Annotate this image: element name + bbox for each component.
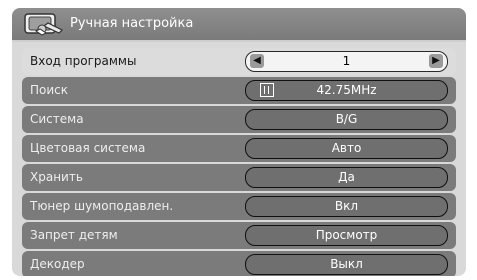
row-label: Вход программы [30, 54, 137, 68]
color-system-value-field[interactable]: Авто [245, 138, 448, 159]
page-title: Ручная настройка [70, 16, 194, 31]
row-label: Тюнер шумоподавлен. [30, 199, 174, 213]
row-store[interactable]: Хранить Да [22, 164, 456, 191]
search-value-field[interactable]: 42.75MHz [245, 80, 448, 101]
child-lock-value-field[interactable]: Просмотр [245, 225, 448, 246]
system-value: B/G [335, 112, 358, 126]
arrow-right-icon[interactable]: ▶ [429, 54, 443, 68]
tuner-noise-reduction-value: Вкл [334, 199, 359, 213]
row-tuner-noise-reduction[interactable]: Тюнер шумоподавлен. Вкл [22, 193, 456, 220]
row-label: Хранить [30, 170, 83, 184]
row-decoder[interactable]: Декодер Выкл [22, 251, 456, 276]
title-bar: Ручная настройка [12, 8, 466, 42]
row-program-input[interactable]: Вход программы ◀ 1 ▶ [22, 48, 456, 75]
tuner-noise-reduction-value-field[interactable]: Вкл [245, 196, 448, 217]
program-input-selector[interactable]: ◀ 1 ▶ [245, 51, 448, 72]
color-system-value: Авто [331, 141, 362, 155]
search-frequency: 42.75MHz [316, 83, 377, 97]
row-label: Поиск [30, 83, 69, 97]
row-search[interactable]: Поиск 42.75MHz [22, 77, 456, 104]
system-value-field[interactable]: B/G [245, 109, 448, 130]
program-input-value: 1 [342, 54, 351, 68]
row-color-system[interactable]: Цветовая система Авто [22, 135, 456, 162]
store-value: Да [338, 170, 355, 184]
row-system[interactable]: Система B/G [22, 106, 456, 133]
row-child-lock[interactable]: Запрет детям Просмотр [22, 222, 456, 249]
row-label: Система [30, 112, 84, 126]
manual-tuning-panel: Ручная настройка Вход программы ◀ 1 ▶ По… [12, 8, 466, 276]
row-label: Запрет детям [30, 228, 118, 242]
store-value-field[interactable]: Да [245, 167, 448, 188]
row-label: Декодер [30, 257, 85, 271]
row-label: Цветовая система [30, 141, 146, 155]
decoder-value: Выкл [330, 257, 363, 271]
child-lock-value: Просмотр [315, 228, 378, 242]
tv-tools-icon [24, 13, 64, 36]
decoder-value-field[interactable]: Выкл [245, 254, 448, 275]
